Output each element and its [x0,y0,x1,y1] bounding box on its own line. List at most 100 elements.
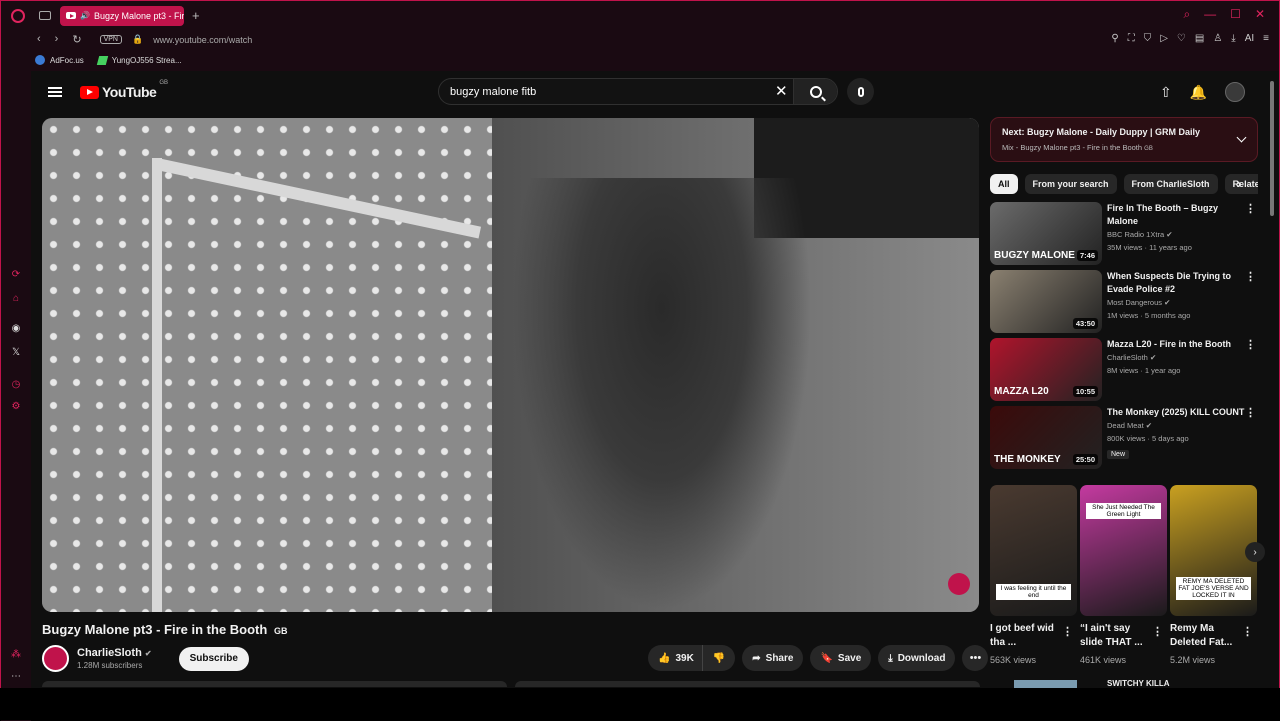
video-title[interactable]: The Monkey (2025) KILL COUNT [1107,406,1245,419]
up-next-subtitle: Mix - Bugzy Malone pt3 - Fire in the Boo… [1002,143,1246,152]
opera-logo-icon[interactable] [11,8,25,23]
more-vertical-icon[interactable]: ⋮ [1245,202,1256,215]
thumbnail[interactable]: BUGZY MALONE 7:46 [990,202,1102,265]
snapshot-icon[interactable]: ⛶ [1128,33,1135,44]
chip-from-your-search[interactable]: From your search [1024,174,1117,194]
channel-name[interactable]: BBC Radio 1Xtra [1107,230,1164,239]
tab-switcher-icon[interactable] [39,11,51,20]
more-vertical-icon[interactable]: ⋮ [1062,625,1073,638]
pin-icon[interactable]: ⚲ [1111,33,1118,44]
description-box[interactable] [42,681,507,687]
more-vertical-icon[interactable]: ⋮ [1245,270,1256,283]
search-input[interactable] [450,85,770,98]
play-icon[interactable]: ▷ [1160,33,1168,44]
search-button[interactable] [793,79,837,104]
more-vertical-icon[interactable]: ⋮ [1242,625,1253,638]
channel-name[interactable]: Dead Meat [1107,421,1144,430]
channel-watermark-icon[interactable] [948,573,970,595]
tab-active[interactable]: 🔊 Bugzy Malone pt3 - Fire [60,5,184,26]
voice-search-button[interactable] [847,78,874,105]
more-vertical-icon[interactable]: ⋮ [1245,338,1256,351]
new-tab-button[interactable]: + [192,8,200,23]
minimize-icon[interactable]: — [1204,7,1216,22]
close-icon[interactable]: ✕ [1255,7,1265,22]
chip-from-channel[interactable]: From CharlieSloth [1123,174,1218,194]
recommendation-item[interactable]: THE MONKEY 25:50 The Monkey (2025) KILL CO… [990,406,1258,470]
recommendation-item[interactable]: BUGZY MALONE 7:46 Fire In The Booth – Bugz… [990,202,1258,266]
maximize-icon[interactable]: ☐ [1230,7,1241,22]
video-player[interactable] [42,118,979,612]
shop-icon[interactable]: ⌂ [10,293,22,305]
short-thumbnail[interactable]: REMY MA DELETED FAT JOE'S VERSE AND LOCK… [1170,485,1257,616]
subscribe-button[interactable]: Subscribe [178,646,249,671]
ai-button[interactable]: AI [1245,33,1254,44]
share-button[interactable]: ➦ Share [742,645,804,671]
thumbnail[interactable]: MAZZA L20 10:55 [990,338,1102,401]
chips-next-icon[interactable]: › [1237,176,1241,191]
thumbnail[interactable]: 43:50 [990,270,1102,333]
speaker-icon[interactable]: 🔊 [80,11,90,20]
hamburger-menu-icon[interactable] [48,87,62,97]
recommendation-item[interactable]: MAZZA L20 10:55 Mazza L20 - Fire in the Bo… [990,338,1258,402]
shorts-shelf: I was feeling it until the end I got beef… [990,485,1265,665]
download-icon[interactable]: ⤓ [1231,33,1235,44]
bookmark-kick[interactable]: YungOJ556 Strea... [96,55,182,65]
notifications-icon[interactable]: 🔔 [1190,84,1207,101]
like-button[interactable]: 👍 39K [648,645,702,671]
video-title[interactable]: Mazza L20 - Fire in the Booth [1107,338,1245,351]
settings-icon[interactable]: ⚙ [10,401,22,413]
short-thumbnail[interactable]: She Just Needed The Green Light [1080,485,1167,616]
short-title[interactable]: “I ain't say slide THAT ... [1080,622,1150,650]
save-button[interactable]: 🔖 Save [810,645,872,671]
aria-icon[interactable]: ⟳ [10,269,22,281]
dislike-button[interactable]: 👎 [701,645,736,671]
description-box-secondary[interactable] [515,681,980,687]
scrollbar[interactable] [1270,81,1274,216]
video-title[interactable]: Fire In The Booth – Bugzy Malone [1107,202,1245,228]
lock-icon[interactable]: 🔒 [132,34,143,45]
more-icon[interactable]: ⋯ [10,671,22,683]
clear-search-icon[interactable]: ✕ [775,82,788,100]
upload-icon[interactable]: ⇧ [1160,84,1172,101]
vpn-badge[interactable]: VPN [99,35,122,44]
video-title[interactable]: When Suspects Die Trying to Evade Police… [1107,270,1245,296]
save-label: Save [837,652,862,664]
youtube-logo[interactable]: YouTube GB [80,80,168,100]
thumbnail[interactable]: THE MONKEY 25:50 [990,406,1102,469]
url-field[interactable]: www.youtube.com/watch [153,35,252,45]
chip-all[interactable]: All [990,174,1018,194]
download-button[interactable]: ⤓ Download [878,645,956,671]
short-title[interactable]: Remy Ma Deleted Fat... [1170,622,1240,650]
history-icon[interactable]: ◷ [10,379,22,391]
channel-avatar[interactable] [42,645,69,672]
up-next-panel[interactable]: Next: Bugzy Malone - Daily Duppy | GRM D… [990,117,1258,162]
account-avatar[interactable] [1225,82,1246,102]
short-title[interactable]: I got beef wid tha ... [990,622,1060,650]
x-twitter-icon[interactable]: 𝕏 [10,347,22,359]
menu-icon[interactable]: ≡ [1263,33,1269,44]
heart-icon[interactable]: ♡ [1177,33,1186,44]
more-vertical-icon[interactable]: ⋮ [1245,406,1256,419]
shorts-next-icon[interactable]: › [1245,542,1265,562]
short-thumbnail[interactable]: I was feeling it until the end [990,485,1077,616]
search-tabs-icon[interactable]: ⌕ [1183,7,1190,22]
more-vertical-icon[interactable]: ⋮ [1152,625,1163,638]
channel-line: Dead Meat ✔ [1107,421,1245,430]
back-icon[interactable]: ‹ [37,33,41,46]
new-badge: New [1107,450,1130,459]
channel-name[interactable]: CharlieSloth ✔ [77,647,152,659]
channel-name[interactable]: CharlieSloth [1107,353,1148,362]
discord-icon[interactable]: ◉ [10,323,22,335]
recommendation-item[interactable]: 43:50 When Suspects Die Trying to Evade P… [990,270,1258,334]
forward-icon[interactable]: › [55,33,59,46]
shield-icon[interactable]: ⛉ [1144,33,1152,44]
channel-name[interactable]: Most Dangerous [1107,298,1162,307]
bookmark-adfocus[interactable]: AdFoc.us [35,55,84,65]
recommendation-partial[interactable]: SWITCHY KILLA [990,680,1258,688]
more-actions-button[interactable]: ••• [962,645,989,671]
gx-icon[interactable]: ⁂ [10,649,22,661]
tab-title: Bugzy Malone pt3 - Fire [93,10,184,21]
profile-icon[interactable]: ♙ [1213,33,1222,44]
wallet-icon[interactable]: ▤ [1195,33,1204,44]
reload-icon[interactable]: ↻ [72,33,81,46]
